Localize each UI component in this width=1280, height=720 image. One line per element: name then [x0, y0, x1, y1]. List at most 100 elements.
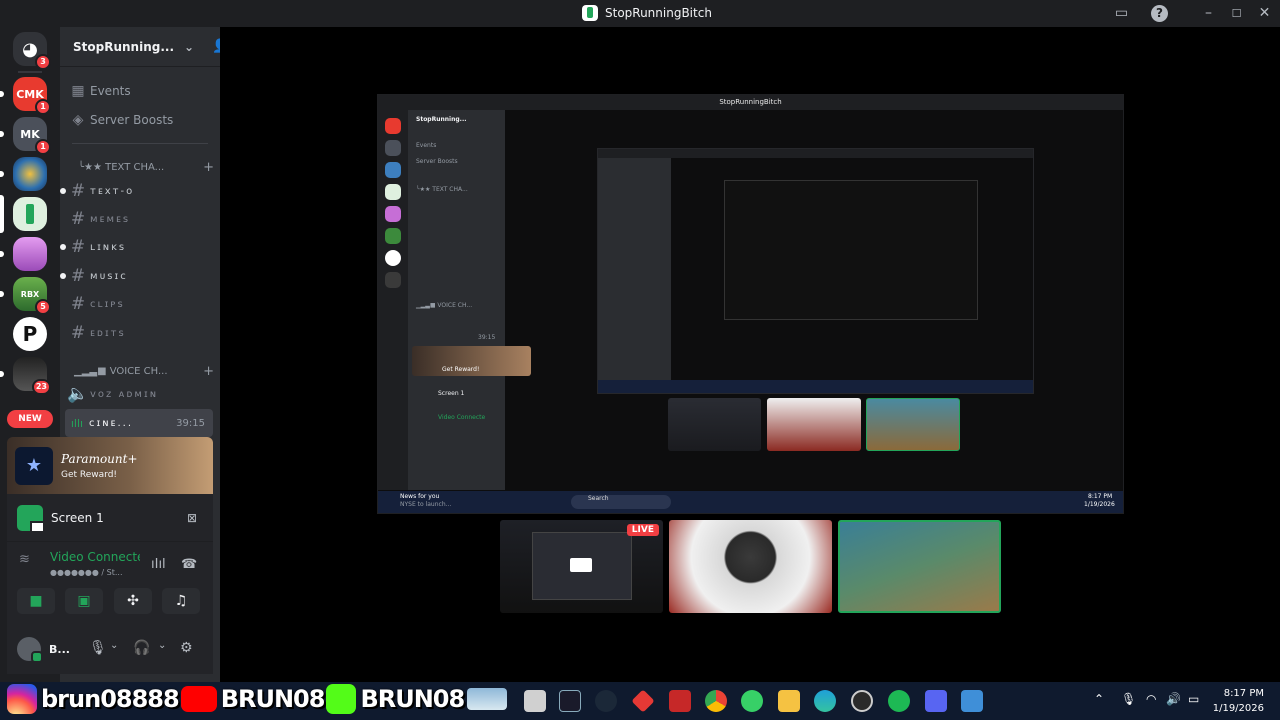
server-icon-mk[interactable]: MK 1: [0, 117, 51, 155]
battery-icon[interactable]: ▭: [1188, 692, 1199, 706]
inbox-icon[interactable]: ▭: [1113, 5, 1130, 22]
voice-stream-icon: ıllı: [70, 416, 84, 430]
tray-chevron-icon[interactable]: ⌃: [1094, 692, 1104, 706]
voice-rtc-panel: Screen 1 ⊠ ≋ Video Connecte ●●●●●●● / St…: [7, 494, 213, 674]
file-explorer-icon[interactable]: [778, 690, 800, 712]
mirror-date: 1/19/2026: [1084, 501, 1115, 508]
badge-home: 3: [35, 54, 51, 70]
user-name[interactable]: B...: [49, 643, 70, 656]
youtube-handle: BRUN08: [220, 685, 326, 713]
instagram-handle: brun08888: [41, 685, 180, 713]
social-overlay: brun08888 BRUN08 BRUN08: [0, 678, 465, 720]
text-category[interactable]: ╰★★ TEXT CHA... +: [66, 154, 216, 180]
guild-header[interactable]: StopRunning... ⌄ 👤: [60, 27, 228, 67]
screenshare-row[interactable]: Screen 1 ⊠: [7, 494, 213, 542]
stream-tile-screen[interactable]: LIVE: [500, 520, 663, 613]
spotify-icon[interactable]: [888, 690, 910, 712]
server-label-p: P: [13, 317, 47, 351]
active-voice-name: ᴄɪɴᴇ...: [89, 417, 133, 429]
mirrored-screen-share[interactable]: StopRunningBitch StopRunning... Events S…: [377, 94, 1124, 514]
mirror-titlebar: StopRunningBitch: [378, 95, 1123, 110]
share-screen-button[interactable]: ▣: [65, 588, 103, 614]
voice-category-label: ▁▂▃■ VOICE CH...: [74, 365, 168, 377]
soundboard-button[interactable]: ♫: [162, 588, 200, 614]
wifi-icon[interactable]: ◠: [1146, 692, 1156, 706]
signal-icon: ≋: [19, 552, 30, 567]
mic-options-chevron-icon[interactable]: ⌄: [110, 640, 118, 651]
server-icon-stoprunning[interactable]: [0, 195, 47, 233]
discord-taskbar-icon[interactable]: [925, 690, 947, 712]
activities-icon: ✣: [127, 593, 139, 609]
channel-links[interactable]: # ʟɪɴᴋs: [60, 234, 216, 260]
guild-name: StopRunning...: [73, 39, 175, 54]
channel-text-o[interactable]: # ᴛᴇxᴛ-ᴏ: [60, 178, 216, 204]
stream-tile-webcam-hat[interactable]: [669, 520, 832, 613]
window-title-text: StopRunningBitch: [605, 6, 712, 20]
server-icon-roblox[interactable]: RBX 5: [0, 277, 51, 315]
audio-options-chevron-icon[interactable]: ⌄: [158, 640, 166, 651]
maximize-icon[interactable]: ☐: [1228, 5, 1245, 22]
github-icon[interactable]: [851, 690, 873, 712]
photos-icon[interactable]: [961, 690, 983, 712]
text-category-label: ╰★★ TEXT CHA...: [78, 161, 165, 173]
weather-widget-icon[interactable]: [467, 688, 507, 710]
volume-icon[interactable]: 🔊: [1166, 692, 1181, 706]
camera-button[interactable]: ■: [17, 588, 55, 614]
disconnect-icon[interactable]: ☎: [181, 557, 197, 572]
rail-divider: [18, 71, 42, 73]
new-unreads-pill[interactable]: NEW: [7, 410, 53, 428]
mirror-boosts: Server Boosts: [416, 158, 458, 165]
minimize-icon[interactable]: –: [1200, 5, 1217, 22]
close-icon[interactable]: ✕: [1256, 5, 1273, 22]
server-boosts-item[interactable]: ◈ Server Boosts: [66, 107, 216, 133]
add-channel-icon[interactable]: +: [203, 160, 214, 175]
connection-status[interactable]: Video Connecte: [50, 550, 140, 564]
channel-name: ᴍᴜsɪᴄ: [90, 270, 128, 282]
active-voice-channel[interactable]: ıllı ᴄɪɴᴇ... 39:15: [65, 409, 213, 437]
channel-memes[interactable]: # ᴍᴇᴍᴇs: [66, 206, 216, 232]
badge-dark: 23: [31, 379, 51, 395]
badge-cmk: 1: [35, 99, 51, 115]
microphone-icon[interactable]: 🎙: [89, 640, 107, 656]
server-icon-dark[interactable]: 23: [0, 357, 51, 395]
epic-red-app-icon[interactable]: [669, 690, 691, 712]
events-item[interactable]: ▦ Events: [66, 78, 216, 104]
activities-button[interactable]: ✣: [114, 588, 152, 614]
mirror-server-rail: [378, 110, 408, 490]
channel-edits[interactable]: # ᴇᴅɪᴛs: [66, 320, 216, 346]
edge-icon[interactable]: [814, 690, 836, 712]
task-view-icon[interactable]: [524, 690, 546, 712]
help-icon[interactable]: ?: [1151, 5, 1168, 22]
voice-channel-voz-admin[interactable]: 🔈 ᴠᴏᴢ ᴀᴅᴍɪɴ: [66, 381, 216, 407]
server-icon-purple[interactable]: [0, 237, 47, 271]
channel-clips[interactable]: # ᴄʟɪᴘs: [66, 291, 216, 317]
mirror-text-category: ╰★★ TEXT CHA...: [416, 186, 468, 193]
noise-suppression-icon[interactable]: ıIıl: [151, 557, 166, 572]
chevron-down-icon: ⌄: [184, 39, 195, 54]
taskbar-clock[interactable]: 8:17 PM 1/19/2026: [1213, 686, 1264, 716]
server-icon-gsound[interactable]: [0, 157, 47, 191]
screenshare-label: Screen 1: [51, 510, 104, 525]
tray-mic-icon[interactable]: 🎙: [1121, 692, 1136, 706]
server-icon-home[interactable]: ◕ 3: [13, 32, 51, 70]
add-voice-channel-icon[interactable]: +: [203, 364, 214, 379]
server-label-gsound: [13, 157, 47, 191]
paramount-promo[interactable]: ★ Paramount+ Get Reward!: [7, 437, 213, 494]
youtube-icon: [180, 686, 217, 712]
stream-tile-webcam-smile[interactable]: [838, 520, 1001, 613]
events-label: Events: [90, 84, 131, 98]
settings-gear-icon[interactable]: ⚙: [180, 640, 193, 656]
v-app-icon[interactable]: [559, 690, 581, 712]
voice-timer: 39:15: [176, 417, 205, 429]
green-app-icon[interactable]: [741, 690, 763, 712]
chrome-icon[interactable]: [705, 690, 727, 712]
window-title: StopRunningBitch: [582, 5, 712, 21]
stop-stream-icon[interactable]: ⊠: [187, 511, 197, 525]
server-icon-cmk[interactable]: CMK 1: [0, 77, 51, 115]
channel-music[interactable]: # ᴍᴜsɪᴄ: [60, 263, 216, 289]
server-icon-p[interactable]: P: [13, 317, 47, 351]
avatar[interactable]: [17, 637, 43, 663]
headphones-icon[interactable]: 🎧: [133, 640, 150, 656]
steam-icon[interactable]: [595, 690, 617, 712]
hashtag-icon: #: [70, 323, 86, 343]
